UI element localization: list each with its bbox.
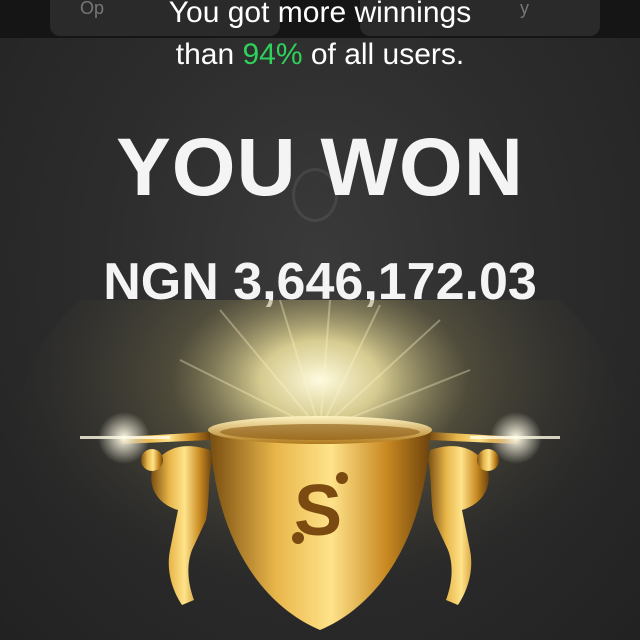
winnings-line-2-prefix: than xyxy=(175,38,243,71)
winnings-message: You got more winnings than 94% of all us… xyxy=(0,0,640,76)
win-screen: Op y You got more winnings than 94% of a… xyxy=(0,0,640,640)
you-won-title: YOU WON xyxy=(116,122,524,213)
winnings-line-2: than 94% of all users. xyxy=(0,34,640,76)
trophy-icon: S xyxy=(80,412,560,630)
winnings-line-1: You got more winnings xyxy=(168,0,472,29)
winnings-line-2-suffix: of all users. xyxy=(302,38,465,71)
winnings-percent: 94% xyxy=(242,38,303,71)
